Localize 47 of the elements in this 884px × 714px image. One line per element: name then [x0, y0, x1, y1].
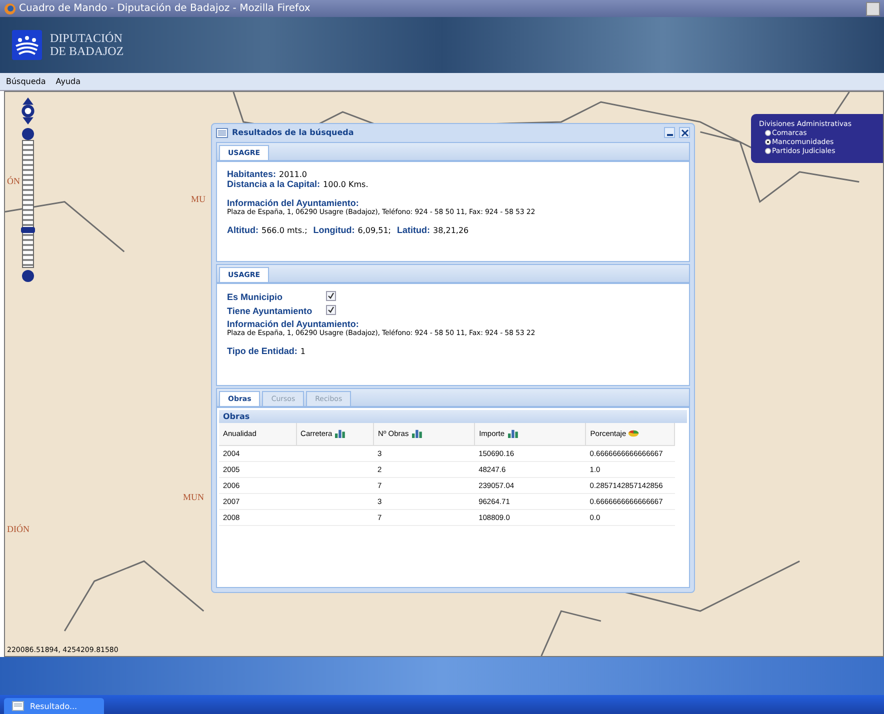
crown-logo-icon — [12, 30, 42, 60]
radio-button[interactable] — [765, 130, 771, 136]
logo-text: DE BADAJOZ — [50, 44, 124, 58]
map-label: ÓN — [7, 176, 20, 186]
field-label: Es Municipio — [227, 292, 284, 302]
field-label: Longitud: — [313, 224, 355, 235]
map-label: MU — [191, 194, 206, 204]
zoom-slider[interactable] — [22, 140, 34, 268]
taskbar-button[interactable]: Resultado... — [4, 698, 104, 714]
grid-title: Obras — [219, 410, 687, 423]
bar-chart-icon[interactable] — [410, 429, 422, 438]
menu-item[interactable]: Búsqueda — [6, 76, 46, 86]
field-label: Habitantes: — [227, 168, 276, 179]
field-label: Información del Ayuntamiento: — [227, 318, 360, 329]
bar-chart-icon[interactable] — [334, 429, 346, 438]
zoom-slider-thumb[interactable] — [21, 226, 35, 233]
field-value: 6,09,51; — [358, 226, 391, 235]
map-canvas[interactable] — [4, 90, 884, 657]
checkbox[interactable] — [326, 304, 336, 315]
menu-item[interactable]: Ayuda — [56, 76, 80, 86]
dialog-title: Resultados de la búsqueda — [232, 128, 355, 138]
window-icon — [12, 701, 24, 712]
field-label: Distancia a la Capital: — [227, 178, 320, 189]
bar-chart-icon[interactable] — [506, 429, 518, 438]
window-title: Cuadro de Mando - Diputación de Badajoz - Mozilla Firefox — [19, 3, 312, 14]
radio-button[interactable] — [765, 138, 771, 145]
field-value: 1 — [300, 346, 306, 356]
logo-text: DIPUTACIÓN — [50, 32, 124, 45]
pan-control-icon[interactable] — [19, 96, 37, 126]
field-value: 38,21,26 — [433, 226, 469, 235]
radio-button[interactable] — [765, 148, 771, 154]
zoom-in-button[interactable] — [22, 128, 34, 140]
field-label: Información del Ayuntamiento: — [227, 198, 360, 208]
field-label: Altitud: — [227, 224, 258, 235]
field-value: 100.0 Kms. — [323, 180, 368, 189]
field-value: 566.0 mts.; — [262, 226, 308, 235]
field-value: 2011.0 — [279, 170, 308, 179]
field-label: Latitud: — [397, 224, 430, 235]
map-label: DIÓN — [7, 524, 30, 534]
checkbox[interactable] — [326, 290, 336, 301]
field-label: Tiene Ayuntamiento — [227, 306, 314, 316]
map-label: MUN — [183, 492, 204, 502]
zoom-out-button[interactable] — [22, 270, 34, 282]
pie-chart-icon[interactable] — [628, 429, 640, 438]
field-label: Tipo de Entidad: — [227, 346, 298, 356]
browser-globe-icon — [4, 2, 16, 15]
window-icon — [216, 128, 228, 138]
